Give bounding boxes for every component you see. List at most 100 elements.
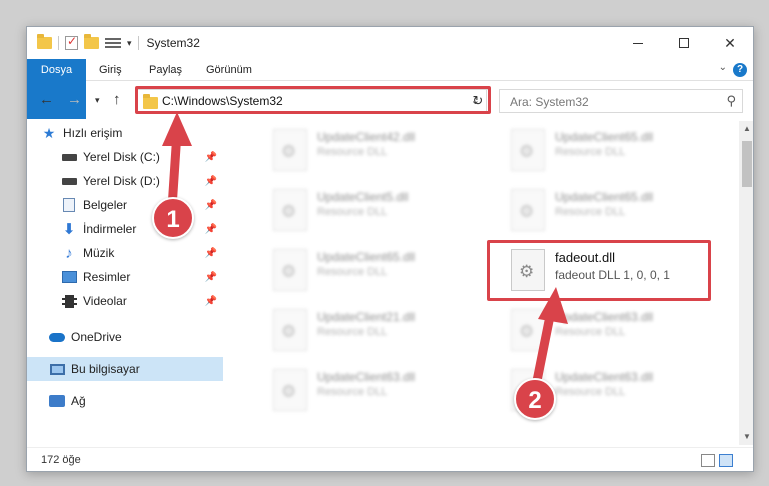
file-name: UpdateClient63.dll <box>555 310 654 324</box>
close-button[interactable]: ✕ <box>707 27 753 59</box>
scroll-up-icon[interactable]: ▲ <box>739 121 753 137</box>
sidebar-item-label: İndirmeler <box>83 222 137 236</box>
sidebar-item-label: Videolar <box>83 294 127 308</box>
dll-file-icon <box>273 249 307 291</box>
file-name: UpdateClient21.dll <box>317 310 416 324</box>
pin-icon[interactable]: 📌 <box>205 176 217 187</box>
sidebar-item-local-disk-d[interactable]: Yerel Disk (D:) 📌 <box>27 169 223 193</box>
dll-file-icon <box>273 309 307 351</box>
pin-icon[interactable]: 📌 <box>205 272 217 283</box>
properties-check-icon[interactable] <box>65 34 78 50</box>
network-icon <box>49 394 65 408</box>
window-title: System32 <box>146 36 200 50</box>
ribbon-expand-icon[interactable]: ⌄ <box>719 62 727 73</box>
folder-icon[interactable] <box>37 34 52 49</box>
sidebar-item-this-pc[interactable]: Bu bilgisayar <box>27 357 223 381</box>
minimize-button[interactable] <box>615 27 661 59</box>
sidebar-item-label: Belgeler <box>83 198 128 212</box>
file-item[interactable]: UpdateClient63.dll Resource DLL <box>503 301 723 361</box>
sidebar-item-label: Bu bilgisayar <box>71 362 140 376</box>
dll-file-icon <box>511 309 545 351</box>
star-icon: ★ <box>42 124 56 141</box>
pictures-icon <box>61 270 77 284</box>
vertical-scrollbar[interactable]: ▲ ▼ <box>739 121 753 445</box>
sidebar-item-label: Yerel Disk (D:) <box>83 174 160 188</box>
tab-share[interactable]: Paylaş <box>149 59 182 81</box>
sidebar-item-local-disk-c[interactable]: Yerel Disk (C:) 📌 <box>27 145 223 169</box>
properties-icon[interactable] <box>105 37 121 50</box>
forward-arrow-icon[interactable]: → <box>67 91 82 108</box>
cloud-icon <box>49 330 65 344</box>
status-bar: 172 öğe <box>27 447 753 471</box>
sidebar-item-network[interactable]: Ağ <box>27 389 223 413</box>
title-bar: ▾ System32 ✕ <box>27 27 753 59</box>
drive-icon <box>61 174 77 188</box>
search-input[interactable]: Ara: System32 ⚲ <box>499 89 743 113</box>
sidebar-item-label: Müzik <box>83 246 115 260</box>
recent-locations-icon[interactable]: ▾ <box>95 95 100 106</box>
tab-home[interactable]: Giriş <box>99 59 122 81</box>
sidebar-item-music[interactable]: ♪ Müzik 📌 <box>27 241 223 265</box>
sidebar-item-label: OneDrive <box>71 330 122 344</box>
pin-icon[interactable]: 📌 <box>205 296 217 307</box>
address-row: ← → ▾ ↑ C:\Windows\System32 ⌄ ↻ Ara: Sys… <box>27 85 753 117</box>
step-1-badge: 1 <box>152 197 194 239</box>
file-description: Resource DLL <box>555 206 626 218</box>
step-2-badge: 2 <box>514 378 556 420</box>
pin-icon[interactable]: 📌 <box>205 224 217 235</box>
file-item[interactable]: UpdateClient65.dll Resource DLL <box>503 121 723 181</box>
sidebar-item-pictures[interactable]: Resimler 📌 <box>27 265 223 289</box>
sidebar-item-label: Resimler <box>83 270 131 284</box>
sidebar-item-label: Yerel Disk (C:) <box>83 150 160 164</box>
file-item[interactable]: UpdateClient21.dll Resource DLL <box>265 301 485 361</box>
file-item[interactable]: UpdateClient65.dll Resource DLL <box>265 241 485 301</box>
details-view-icon[interactable] <box>701 454 715 467</box>
dll-file-icon <box>273 369 307 411</box>
videos-icon <box>61 294 77 308</box>
search-icon[interactable]: ⚲ <box>726 93 736 109</box>
file-description: Resource DLL <box>317 266 388 278</box>
file-name: UpdateClient65.dll <box>317 250 416 264</box>
file-name: UpdateClient65.dll <box>555 190 654 204</box>
maximize-button[interactable] <box>661 27 707 59</box>
close-icon: ✕ <box>724 34 736 51</box>
file-item[interactable]: UpdateClient42.dll Resource DLL <box>265 121 485 181</box>
file-name: UpdateClient63.dll <box>555 370 654 384</box>
dll-file-icon <box>273 189 307 231</box>
sidebar-item-quick-access[interactable]: ★ Hızlı erişim <box>27 121 223 145</box>
up-arrow-icon[interactable]: ↑ <box>113 91 121 108</box>
file-description: Resource DLL <box>317 146 388 158</box>
pin-icon[interactable]: 📌 <box>205 248 217 259</box>
sidebar-item-label: Ağ <box>71 394 86 408</box>
navigation-pane: ★ Hızlı erişim Yerel Disk (C:) 📌 Yerel D… <box>27 121 223 445</box>
ribbon-tabs: Dosya Giriş Paylaş Görünüm ⌄ ? <box>27 59 753 119</box>
new-folder-icon[interactable] <box>84 34 99 49</box>
file-item[interactable]: UpdateClient5.dll Resource DLL <box>265 181 485 241</box>
scrollbar-thumb[interactable] <box>742 141 752 187</box>
file-item[interactable]: UpdateClient63.dll Resource DLL <box>265 361 485 421</box>
pin-icon[interactable]: 📌 <box>205 152 217 163</box>
tab-view[interactable]: Görünüm <box>206 59 252 81</box>
document-icon <box>61 198 77 212</box>
toolbar-divider <box>58 36 59 50</box>
customize-dropdown-icon[interactable]: ▾ <box>127 38 132 49</box>
back-arrow-icon[interactable]: ← <box>39 91 54 108</box>
file-description: Resource DLL <box>317 386 388 398</box>
large-icons-view-icon[interactable] <box>719 454 733 467</box>
sidebar-item-onedrive[interactable]: OneDrive <box>27 325 223 349</box>
file-name: UpdateClient65.dll <box>555 130 654 144</box>
file-description: Resource DLL <box>555 146 626 158</box>
file-item[interactable]: UpdateClient65.dll Resource DLL <box>503 181 723 241</box>
scroll-down-icon[interactable]: ▼ <box>739 429 753 445</box>
pin-icon[interactable]: 📌 <box>205 200 217 211</box>
download-icon: ⬇ <box>62 221 76 238</box>
help-icon[interactable]: ? <box>733 63 747 77</box>
window-controls: ✕ <box>615 27 753 59</box>
maximize-icon <box>679 38 689 48</box>
file-description: Resource DLL <box>317 326 388 338</box>
sidebar-item-videos[interactable]: Videolar 📌 <box>27 289 223 313</box>
dll-file-icon <box>273 129 307 171</box>
quick-access-toolbar: ▾ System32 <box>37 34 200 52</box>
drive-icon <box>61 150 77 164</box>
file-name: UpdateClient42.dll <box>317 130 416 144</box>
